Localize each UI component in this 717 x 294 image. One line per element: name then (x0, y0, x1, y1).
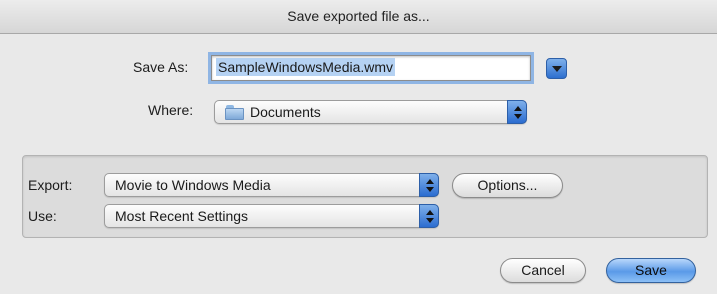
save-as-label: Save As: (133, 59, 189, 75)
export-popup[interactable]: Movie to Windows Media (104, 173, 439, 197)
save-button[interactable]: Save (606, 258, 696, 283)
use-popup[interactable]: Most Recent Settings (104, 204, 439, 228)
save-export-dialog: Save exported file as... Save As: Sample… (0, 0, 717, 294)
title-bar[interactable]: Save exported file as... (0, 0, 717, 34)
export-label: Export: (28, 177, 73, 193)
options-button[interactable]: Options... (452, 173, 563, 198)
popup-arrows-icon (419, 173, 439, 197)
where-value: Documents (250, 104, 321, 120)
use-value: Most Recent Settings (115, 208, 249, 224)
folder-icon (225, 105, 245, 120)
export-value: Movie to Windows Media (115, 177, 271, 193)
window-title: Save exported file as... (287, 8, 430, 24)
cancel-button[interactable]: Cancel (500, 258, 586, 283)
where-popup[interactable]: Documents (214, 100, 527, 124)
expand-browser-button[interactable] (546, 58, 567, 79)
popup-arrows-icon (419, 204, 439, 228)
save-as-value: SampleWindowsMedia.wmv (216, 58, 396, 76)
save-as-field[interactable]: SampleWindowsMedia.wmv (211, 55, 531, 81)
where-label: Where: (148, 102, 194, 118)
use-label: Use: (28, 208, 57, 224)
popup-arrows-icon (507, 100, 527, 124)
disclosure-triangle-icon (552, 66, 562, 72)
